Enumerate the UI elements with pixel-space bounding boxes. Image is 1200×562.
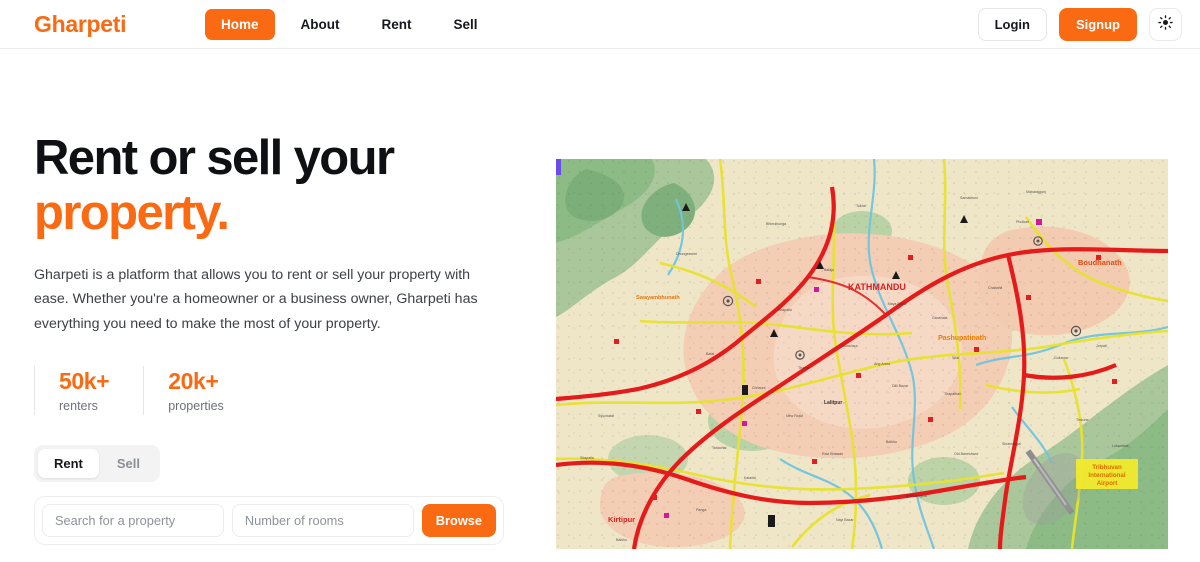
svg-text:Tinkune: Tinkune — [1076, 418, 1089, 422]
map-city-label: Swayambhunath — [636, 295, 680, 301]
sun-icon — [1158, 15, 1173, 33]
tab-sell[interactable]: Sell — [101, 449, 156, 478]
hero-section: Rent or sell your property. Gharpeti is … — [0, 49, 1200, 562]
svg-text:Chabahil: Chabahil — [988, 286, 1002, 290]
svg-text:Lokanthali: Lokanthali — [1112, 444, 1129, 448]
nav-link-rent[interactable]: Rent — [366, 9, 428, 40]
primary-nav: Home About Rent Sell — [205, 8, 494, 40]
nav-actions: Login Signup — [977, 7, 1182, 41]
stat-properties-label: properties — [168, 399, 224, 414]
hero-content: Rent or sell your property. Gharpeti is … — [34, 131, 514, 546]
svg-text:Thamel: Thamel — [798, 366, 810, 370]
svg-text:Nayi Bazar: Nayi Bazar — [836, 518, 854, 522]
svg-text:Sifal: Sifal — [952, 356, 959, 360]
search-bar: Browse — [34, 496, 504, 546]
login-button[interactable]: Login — [977, 7, 1047, 41]
search-property-input[interactable] — [42, 504, 224, 538]
svg-text:Sitapaila: Sitapaila — [778, 308, 792, 312]
rooms-input[interactable] — [231, 504, 414, 538]
headline-line-2: property. — [34, 185, 230, 240]
nav-link-home[interactable]: Home — [205, 8, 275, 40]
svg-text:Thapathali: Thapathali — [944, 392, 961, 396]
signup-button[interactable]: Signup — [1058, 7, 1137, 41]
svg-text:International: International — [1088, 472, 1125, 479]
listing-type-tabs: Rent Sell — [34, 445, 161, 483]
svg-text:Airport: Airport — [1097, 480, 1118, 487]
svg-text:Ravi Bhawan: Ravi Bhawan — [822, 452, 843, 456]
svg-text:Dilli Bazar: Dilli Bazar — [892, 384, 909, 388]
svg-text:New Road: New Road — [786, 414, 803, 418]
tab-rent[interactable]: Rent — [38, 449, 99, 479]
svg-text:Gokarna: Gokarna — [1054, 356, 1068, 360]
svg-text:Lainchaur: Lainchaur — [842, 344, 859, 348]
svg-text:Tokha: Tokha — [856, 204, 866, 208]
svg-text:Gaushala: Gaushala — [932, 316, 947, 320]
headline-line-1: Rent or sell your — [34, 131, 395, 185]
page-title: Rent or sell your property. — [34, 131, 514, 241]
svg-text:Bhimdhunga: Bhimdhunga — [766, 222, 786, 226]
stats-row: 50k+ renters 20k+ properties — [34, 366, 514, 416]
svg-text:Bafal: Bafal — [706, 352, 714, 356]
map-city-label: Kirtipur — [608, 515, 635, 524]
top-navigation-bar: Gharpeti Home About Rent Sell Login Sign… — [0, 0, 1200, 49]
svg-text:Sinamangal: Sinamangal — [1002, 442, 1021, 446]
svg-text:Chhauni: Chhauni — [752, 386, 766, 390]
nav-link-sell[interactable]: Sell — [438, 9, 494, 40]
svg-text:Phulbari: Phulbari — [1016, 220, 1029, 224]
svg-text:Samakhusi: Samakhusi — [960, 196, 978, 200]
svg-text:Jorpati: Jorpati — [1096, 344, 1107, 348]
svg-text:Panga: Panga — [696, 508, 706, 512]
svg-text:Balkhu: Balkhu — [886, 440, 897, 444]
stat-renters-value: 50k+ — [59, 368, 110, 395]
map-city-label: Lalitpur — [824, 400, 842, 406]
stat-properties-value: 20k+ — [168, 368, 219, 395]
svg-text:Bhimsengola: Bhimsengola — [906, 494, 927, 498]
svg-text:Dhungeswori: Dhungeswori — [676, 252, 697, 256]
map-graphic: Dhungeswori Bhimdhunga Tokha Samakhusi M… — [556, 159, 1168, 549]
brand-logo[interactable]: Gharpeti — [34, 11, 126, 38]
svg-text:Ang Arara: Ang Arara — [874, 362, 890, 366]
svg-text:Sitapaila: Sitapaila — [580, 456, 594, 460]
svg-text:Tahachal: Tahachal — [712, 446, 727, 450]
stat-properties: 20k+ properties — [143, 366, 258, 416]
svg-text:Syuchatar: Syuchatar — [598, 414, 615, 418]
map-city-label: Pashupatinath — [938, 335, 986, 342]
kathmandu-map-image[interactable]: Dhungeswori Bhimdhunga Tokha Samakhusi M… — [556, 159, 1168, 549]
svg-text:Balkhu: Balkhu — [616, 538, 627, 542]
stat-renters: 50k+ renters — [34, 366, 143, 416]
nav-link-about[interactable]: About — [285, 9, 356, 40]
hero-description: Gharpeti is a platform that allows you t… — [34, 266, 478, 332]
svg-text:Balaju: Balaju — [824, 268, 834, 272]
svg-text:Naya Bazar: Naya Bazar — [888, 302, 908, 306]
airport-label: Tribhuvan International Airport — [1076, 459, 1138, 489]
svg-text:Tribhuvan: Tribhuvan — [1092, 464, 1122, 471]
browse-button[interactable]: Browse — [421, 504, 497, 538]
svg-text:Kalanki: Kalanki — [744, 476, 756, 480]
theme-toggle-button[interactable] — [1149, 7, 1182, 41]
map-city-label: Boudhanath — [1078, 258, 1122, 267]
svg-text:Maharajgunj: Maharajgunj — [1026, 190, 1046, 194]
map-city-label: KATHMANDU — [848, 282, 906, 292]
svg-text:Old Baneshwor: Old Baneshwor — [954, 452, 979, 456]
map-corner-marker — [556, 159, 561, 175]
stat-renters-label: renters — [59, 399, 98, 414]
